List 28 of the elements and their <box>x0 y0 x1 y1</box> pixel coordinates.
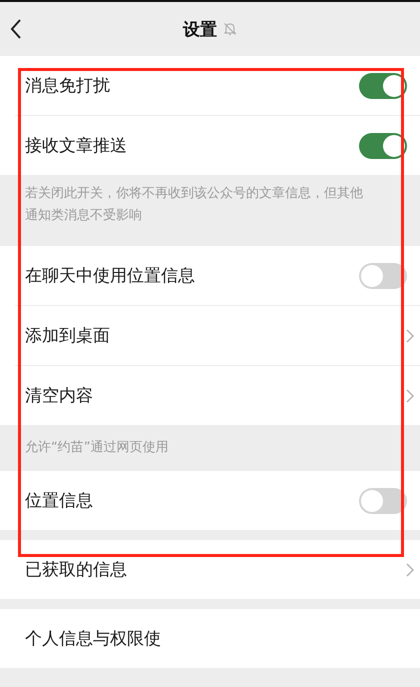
toggle-switch[interactable] <box>359 488 407 514</box>
settings-row[interactable]: 接收文章推送 <box>15 115 420 175</box>
settings-row[interactable]: 已获取的信息 <box>15 540 420 599</box>
section-header: 允许“约苗”通过网页使用 <box>25 439 170 457</box>
chevron-icon <box>406 388 414 402</box>
settings-row[interactable]: 个人信息与权限使 <box>15 609 420 668</box>
settings-row[interactable]: 添加到桌面 <box>15 305 420 365</box>
chevron-icon <box>406 328 414 342</box>
row-label: 个人信息与权限使 <box>25 628 162 650</box>
row-label: 添加到桌面 <box>25 325 111 347</box>
chevron-icon <box>406 562 414 576</box>
settings-row[interactable]: 在聊天中使用位置信息 <box>15 246 420 305</box>
toggle-switch[interactable] <box>359 262 407 288</box>
row-label: 在聊天中使用位置信息 <box>25 265 196 287</box>
screen-title: 设置 <box>183 18 217 40</box>
row-label: 已获取的信息 <box>25 559 128 581</box>
muted-bell-icon <box>223 22 237 36</box>
toggle-switch[interactable] <box>359 72 407 98</box>
settings-row[interactable]: 位置信息 <box>15 471 420 530</box>
footnote-text: 若关闭此开关，你将不再收到该公众号的文章信息，但其他通知类消息不受影响 <box>25 185 364 225</box>
toggle-switch[interactable] <box>359 132 407 158</box>
row-label: 消息免打扰 <box>25 75 111 97</box>
back-button[interactable] <box>10 18 22 40</box>
row-label: 清空内容 <box>25 385 94 407</box>
settings-row[interactable]: 消息免打扰 <box>15 56 420 115</box>
row-label: 位置信息 <box>25 490 94 512</box>
settings-row[interactable]: 清空内容 <box>15 365 420 425</box>
row-label: 接收文章推送 <box>25 135 128 157</box>
